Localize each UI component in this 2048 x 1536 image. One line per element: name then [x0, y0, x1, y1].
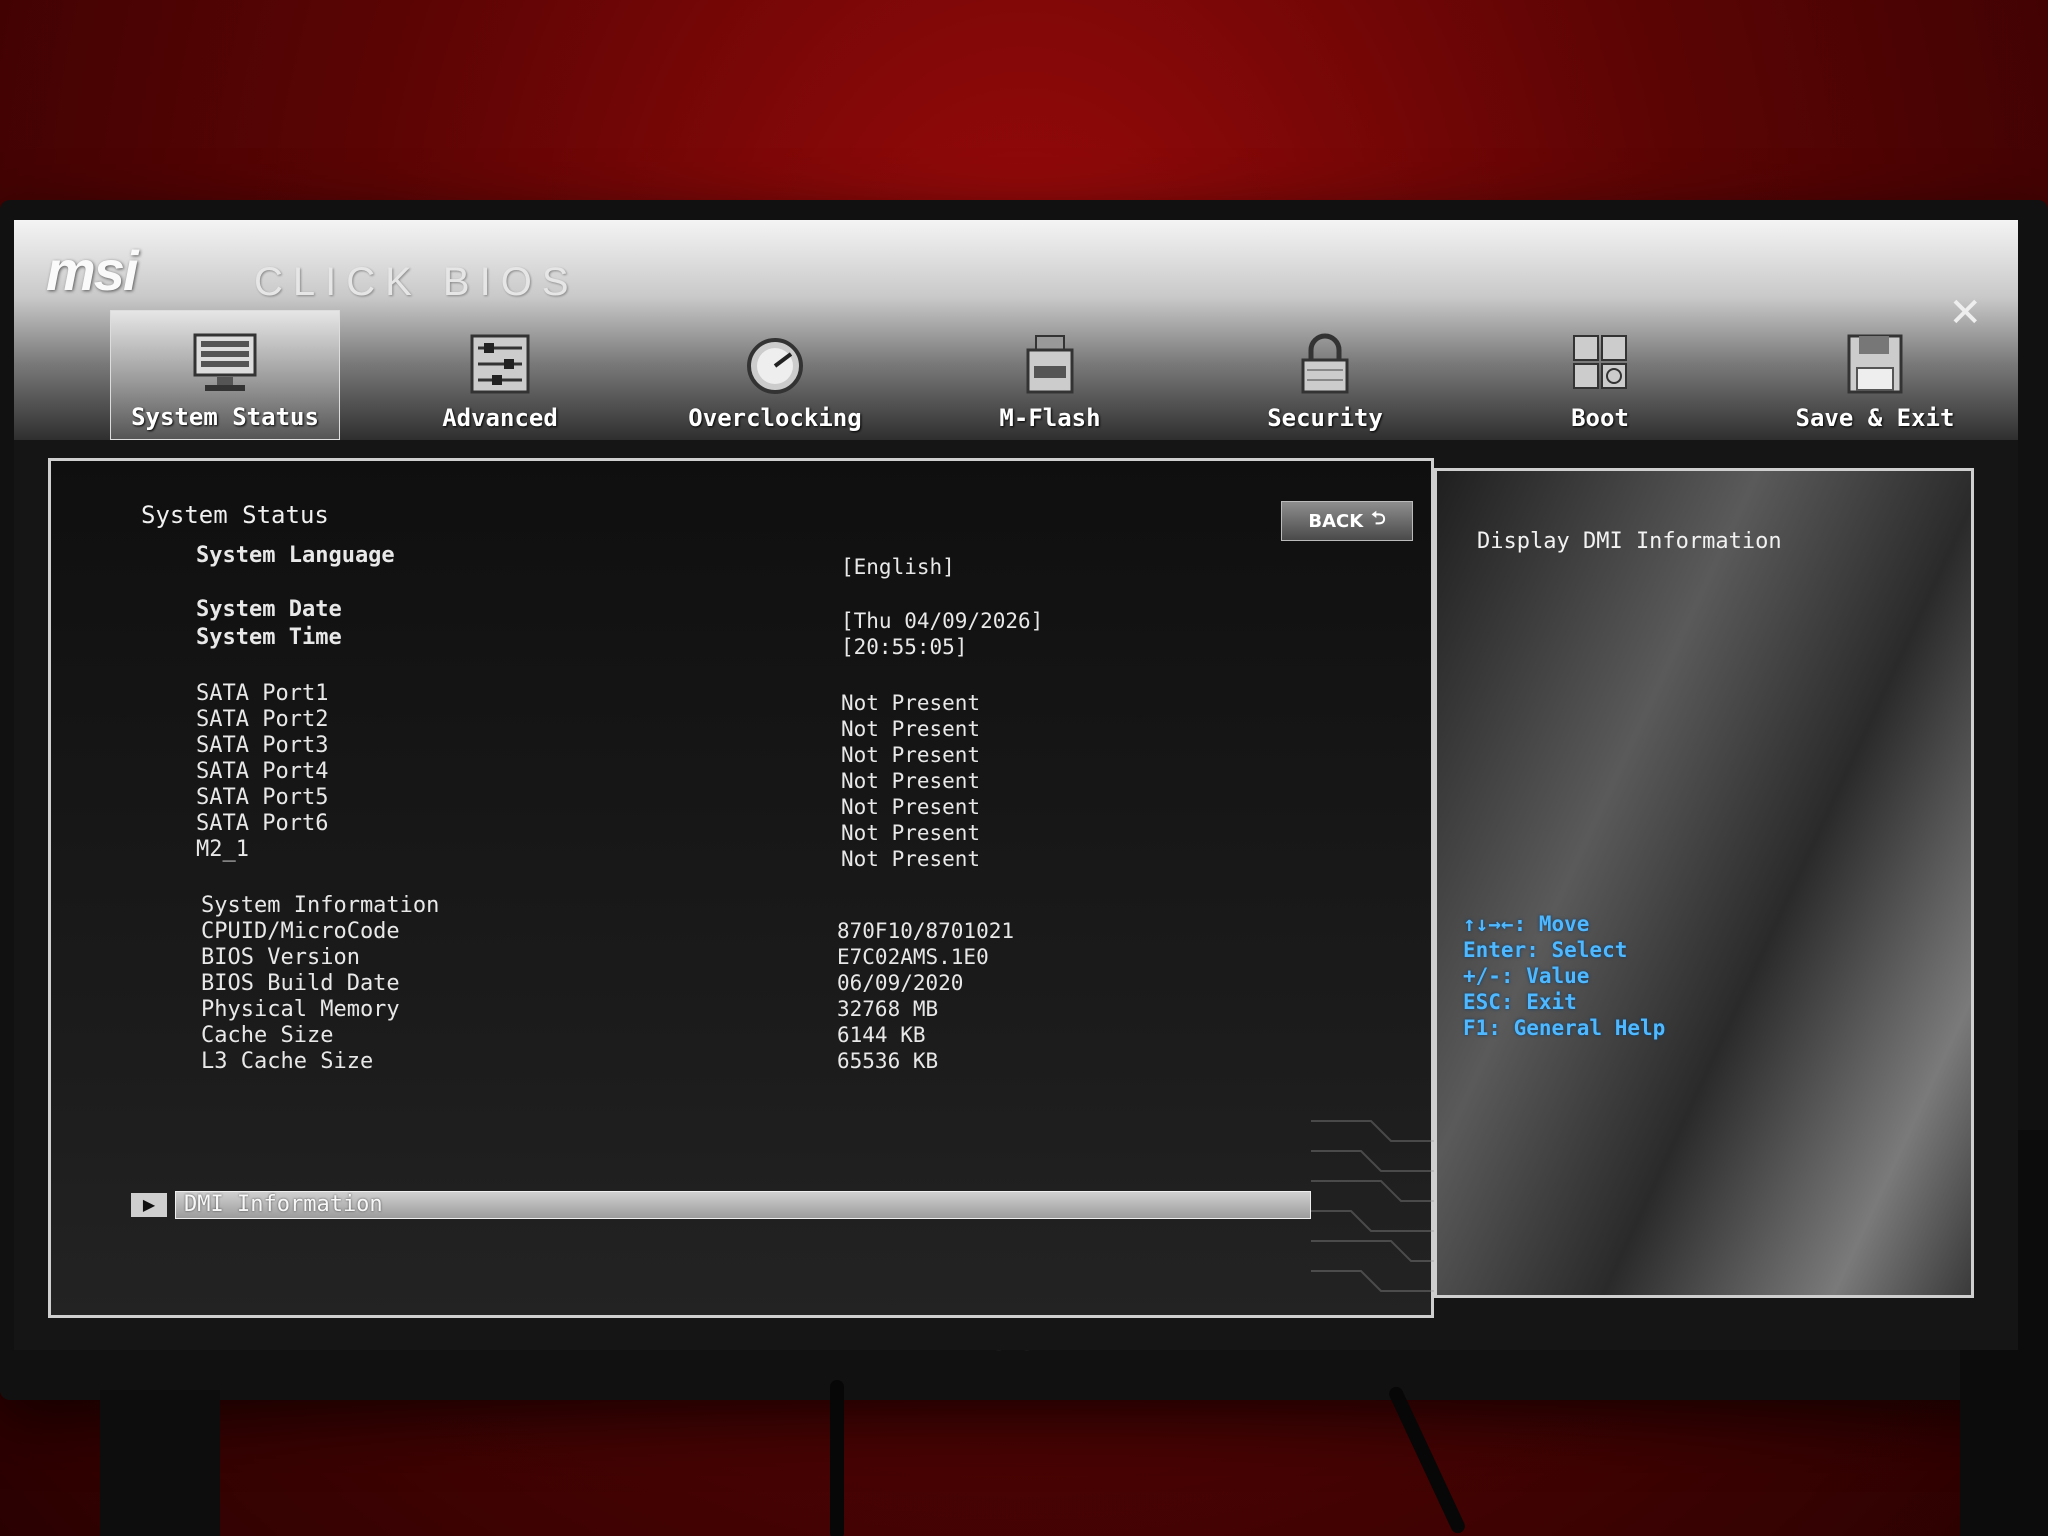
key-hint-value: +/-: Value: [1463, 964, 1590, 988]
setting-value[interactable]: [20:55:05]: [841, 635, 967, 659]
info-label: CPUID/MicroCode: [201, 919, 400, 944]
dmi-information-label[interactable]: DMI Information: [175, 1191, 1311, 1219]
info-label: BIOS Version: [201, 945, 360, 970]
info-value: 06/09/2020: [837, 971, 964, 995]
circuit-decoration-icon: [1311, 1120, 1441, 1292]
list-item: Physical Memory 32768 MB: [51, 997, 1431, 1023]
gauge-icon: [747, 338, 803, 394]
port-label: SATA Port3: [196, 733, 329, 758]
info-label: Physical Memory: [201, 997, 400, 1022]
list-item: SATA Port4 Not Present: [51, 759, 1431, 793]
tab-system-status[interactable]: System Status: [110, 310, 340, 440]
list-item: BIOS Version E7C02AMS.1E0: [51, 945, 1431, 971]
info-value: 870F10/8701021: [837, 919, 1015, 943]
tab-label: Boot: [1571, 404, 1629, 432]
page-title: System Status: [141, 501, 329, 529]
main-nav: System Status Advanced Overclocking M-Fl…: [110, 310, 1990, 440]
port-label: SATA Port5: [196, 785, 329, 810]
setting-row-language[interactable]: System Language [English]: [51, 543, 1431, 579]
msi-logo: msi: [46, 239, 138, 302]
port-label: M2_1: [196, 837, 249, 862]
click-bios-logo: CLICK BIOS: [254, 260, 579, 304]
setting-label: System Time: [196, 625, 342, 650]
info-value: E7C02AMS.1E0: [837, 945, 989, 969]
floppy-icon: [1847, 334, 1903, 394]
tab-label: System Status: [131, 403, 319, 431]
tab-label: Save & Exit: [1795, 404, 1955, 432]
tab-overclocking[interactable]: Overclocking: [660, 310, 890, 440]
key-hint-select: Enter: Select: [1463, 938, 1628, 962]
back-arrow-icon: ⮌: [1371, 508, 1386, 529]
tab-label: Overclocking: [688, 404, 862, 432]
key-hint-move: ↑↓→←: Move: [1463, 912, 1590, 936]
info-value: 65536 KB: [837, 1049, 939, 1073]
list-item: SATA Port6 Not Present: [51, 811, 1431, 845]
setting-label: System Date: [196, 597, 342, 622]
monitor-stand: [100, 1390, 220, 1536]
tab-boot[interactable]: Boot: [1485, 310, 1715, 440]
tab-advanced[interactable]: Advanced: [385, 310, 615, 440]
bios-screen: msi CLICK BIOS ✕ System Status Advanced …: [14, 220, 2018, 1350]
list-item: L3 Cache Size 65536 KB: [51, 1049, 1431, 1075]
setting-label: System Language: [196, 543, 395, 568]
info-label: Cache Size: [201, 1023, 334, 1048]
tab-security[interactable]: Security: [1210, 310, 1440, 440]
port-label: SATA Port2: [196, 707, 329, 732]
tab-label: Security: [1267, 404, 1383, 432]
usb-bios-icon: [1026, 335, 1074, 394]
tab-label: Advanced: [442, 404, 558, 432]
sysinfo-heading: System Information: [201, 893, 440, 918]
list-item: CPUID/MicroCode 870F10/8701021: [51, 919, 1431, 945]
cable: [830, 1380, 844, 1536]
back-button[interactable]: BACK ⮌: [1281, 501, 1413, 541]
list-item: SATA Port1 Not Present: [51, 681, 1431, 715]
help-title: Display DMI Information: [1477, 529, 1782, 554]
tab-label: M-Flash: [999, 404, 1101, 432]
list-item: SATA Port5 Not Present: [51, 785, 1431, 819]
list-item: SATA Port3 Not Present: [51, 733, 1431, 767]
sliders-icon: [470, 334, 530, 394]
list-item: SATA Port2 Not Present: [51, 707, 1431, 741]
boot-grid-icon: [1573, 335, 1627, 389]
setting-row-date[interactable]: System Date [Thu 04/09/2026]: [51, 597, 1431, 633]
list-item: BIOS Build Date 06/09/2020: [51, 971, 1431, 997]
bios-header: msi CLICK BIOS ✕ System Status Advanced …: [14, 220, 2018, 440]
submenu-arrow-icon: ▶: [131, 1193, 167, 1217]
photo-scene: AOC msi CLICK BIOS ✕ System Status: [0, 0, 2048, 1536]
section-heading: System Information: [51, 893, 1431, 919]
main-panel: System Status BACK ⮌ System Language [En…: [48, 458, 1441, 1318]
info-label: L3 Cache Size: [201, 1049, 374, 1074]
info-value: 32768 MB: [837, 997, 939, 1021]
cable: [1386, 1384, 1468, 1536]
tab-m-flash[interactable]: M-Flash: [935, 310, 1165, 440]
lock-icon: [1301, 333, 1349, 394]
list-item: M2_1 Not Present: [51, 837, 1431, 871]
setting-value[interactable]: [English]: [841, 555, 955, 579]
monitor-icon: [193, 333, 257, 391]
tab-save-exit[interactable]: Save & Exit: [1760, 310, 1990, 440]
list-item: Cache Size 6144 KB: [51, 1023, 1431, 1049]
key-hint-exit: ESC: Exit: [1463, 990, 1577, 1014]
key-hint-help: F1: General Help: [1463, 1016, 1666, 1040]
setting-row-time[interactable]: System Time [20:55:05]: [51, 625, 1431, 659]
port-value: Not Present: [841, 847, 981, 871]
key-legend: ↑↓→←: Move Enter: Select +/-: Value ESC:…: [1463, 911, 1665, 1041]
dmi-information-item[interactable]: ▶ DMI Information: [131, 1191, 1311, 1221]
back-label: BACK: [1308, 510, 1364, 532]
help-panel: Display DMI Information ↑↓→←: Move Enter…: [1434, 468, 1974, 1298]
info-label: BIOS Build Date: [201, 971, 400, 996]
port-label: SATA Port6: [196, 811, 329, 836]
info-value: 6144 KB: [837, 1023, 926, 1047]
port-label: SATA Port4: [196, 759, 329, 784]
port-label: SATA Port1: [196, 681, 329, 706]
